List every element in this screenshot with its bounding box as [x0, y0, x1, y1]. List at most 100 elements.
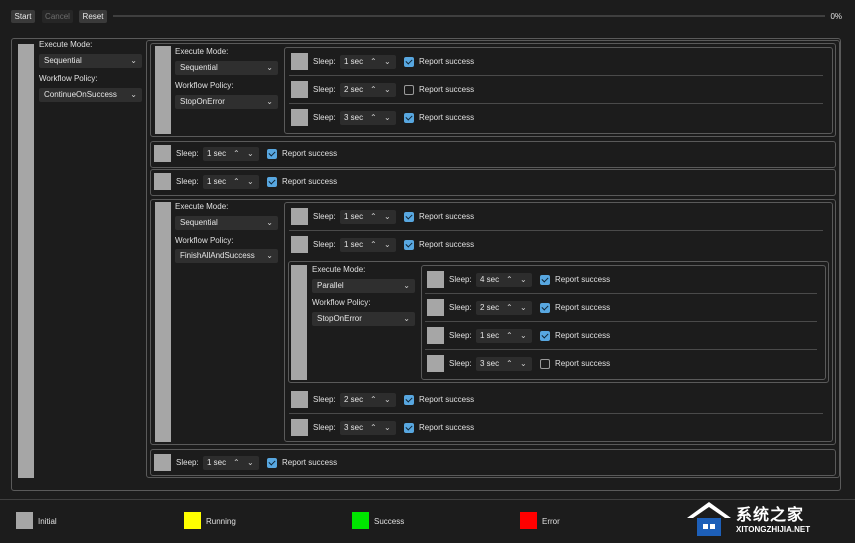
chevron-up-icon[interactable]: ⌃	[370, 111, 377, 125]
chevron-down-icon[interactable]: ⌄	[247, 456, 254, 470]
status-indicator	[291, 81, 308, 98]
row-separator	[289, 75, 823, 76]
status-indicator	[154, 145, 171, 162]
sleep-duration-stepper[interactable]: 2 sec ⌃ ⌄	[476, 301, 532, 315]
sleep-duration-value: 3 sec	[344, 423, 364, 432]
status-indicator	[291, 391, 308, 408]
group1-execute-mode-select[interactable]: Sequential ⌄	[175, 61, 278, 75]
root-workflow-policy-select[interactable]: ContinueOnSuccess ⌄	[39, 88, 142, 102]
reset-button[interactable]: Reset	[79, 10, 107, 23]
chevron-down-icon[interactable]: ⌄	[520, 273, 527, 287]
report-success-checkbox[interactable]	[540, 275, 550, 285]
inner-execute-mode-value: Parallel	[317, 281, 344, 290]
chevron-up-icon[interactable]: ⌃	[370, 393, 377, 407]
sleep-duration-stepper[interactable]: 1 sec ⌃ ⌄	[340, 238, 396, 252]
row-separator	[289, 413, 823, 414]
chevron-down-icon[interactable]: ⌄	[384, 111, 391, 125]
chevron-down-icon[interactable]: ⌄	[520, 329, 527, 343]
report-success-checkbox[interactable]	[267, 458, 277, 468]
group2-execute-mode-value: Sequential	[180, 218, 218, 227]
sleep-duration-stepper[interactable]: 1 sec ⌃ ⌄	[203, 456, 259, 470]
chevron-up-icon[interactable]: ⌃	[506, 329, 513, 343]
legend-swatch-running	[184, 512, 201, 529]
report-success-checkbox[interactable]	[404, 240, 414, 250]
report-success-checkbox[interactable]	[404, 212, 414, 222]
chevron-down-icon[interactable]: ⌄	[384, 238, 391, 252]
sleep-duration-stepper[interactable]: 4 sec ⌃ ⌄	[476, 273, 532, 287]
report-success-checkbox[interactable]	[404, 395, 414, 405]
sleep-duration-stepper[interactable]: 3 sec ⌃ ⌄	[340, 111, 396, 125]
report-success-label: Report success	[282, 458, 338, 467]
chevron-up-icon[interactable]: ⌃	[233, 147, 240, 161]
sleep-duration-stepper[interactable]: 1 sec ⌃ ⌄	[476, 329, 532, 343]
group1-workflow-policy-value: StopOnError	[180, 97, 225, 106]
inner-workflow-policy-select[interactable]: StopOnError ⌄	[312, 312, 415, 326]
chevron-down-icon: ⌄	[266, 63, 273, 72]
chevron-down-icon[interactable]: ⌄	[520, 301, 527, 315]
chevron-down-icon[interactable]: ⌄	[247, 147, 254, 161]
sleep-label: Sleep:	[449, 331, 472, 340]
cancel-button[interactable]: Cancel	[42, 10, 73, 23]
inner-execute-mode-select[interactable]: Parallel ⌄	[312, 279, 415, 293]
chevron-up-icon[interactable]: ⌃	[506, 273, 513, 287]
root-execute-mode-select[interactable]: Sequential ⌄	[39, 54, 142, 68]
sleep-label: Sleep:	[449, 303, 472, 312]
sleep-duration-stepper[interactable]: 1 sec ⌃ ⌄	[340, 210, 396, 224]
report-success-checkbox[interactable]	[267, 177, 277, 187]
chevron-up-icon[interactable]: ⌃	[370, 238, 377, 252]
chevron-down-icon[interactable]: ⌄	[384, 55, 391, 69]
report-success-checkbox[interactable]	[404, 57, 414, 67]
chevron-down-icon[interactable]: ⌄	[247, 175, 254, 189]
report-success-checkbox[interactable]	[404, 113, 414, 123]
chevron-up-icon[interactable]: ⌃	[506, 357, 513, 371]
chevron-up-icon[interactable]: ⌃	[233, 175, 240, 189]
chevron-down-icon[interactable]: ⌄	[520, 357, 527, 371]
report-success-checkbox[interactable]	[404, 85, 414, 95]
chevron-up-icon[interactable]: ⌃	[370, 55, 377, 69]
group2-execute-mode-select[interactable]: Sequential ⌄	[175, 216, 278, 230]
sleep-duration-stepper[interactable]: 1 sec ⌃ ⌄	[203, 147, 259, 161]
row-separator	[425, 349, 817, 350]
sleep-duration-stepper[interactable]: 1 sec ⌃ ⌄	[203, 175, 259, 189]
report-success-label: Report success	[419, 395, 475, 404]
chevron-up-icon[interactable]: ⌃	[370, 210, 377, 224]
report-success-label: Report success	[555, 331, 611, 340]
chevron-down-icon[interactable]: ⌄	[384, 210, 391, 224]
chevron-down-icon: ⌄	[130, 90, 137, 99]
sleep-duration-value: 1 sec	[344, 240, 364, 249]
report-success-checkbox[interactable]	[540, 303, 550, 313]
report-success-checkbox[interactable]	[267, 149, 277, 159]
legend-swatch-error	[520, 512, 537, 529]
root-workflow-policy-label: Workflow Policy:	[39, 74, 98, 83]
chevron-down-icon[interactable]: ⌄	[384, 393, 391, 407]
report-success-label: Report success	[419, 240, 475, 249]
sleep-duration-stepper[interactable]: 3 sec ⌃ ⌄	[340, 421, 396, 435]
status-indicator	[291, 236, 308, 253]
sleep-duration-stepper[interactable]: 1 sec ⌃ ⌄	[340, 55, 396, 69]
report-success-checkbox[interactable]	[404, 423, 414, 433]
group2-workflow-policy-select[interactable]: FinishAllAndSuccess ⌄	[175, 249, 278, 263]
chevron-up-icon[interactable]: ⌃	[506, 301, 513, 315]
chevron-up-icon[interactable]: ⌃	[233, 456, 240, 470]
status-indicator	[291, 419, 308, 436]
sleep-row: Sleep: 1 sec ⌃ ⌄ Report success	[291, 51, 591, 73]
sleep-duration-stepper[interactable]: 2 sec ⌃ ⌄	[340, 393, 396, 407]
sleep-row: Sleep: 2 sec ⌃ ⌄ Report success	[291, 79, 591, 101]
sleep-row: Sleep: 3 sec ⌃ ⌄ Report success	[291, 107, 591, 129]
sleep-duration-stepper[interactable]: 2 sec ⌃ ⌄	[340, 83, 396, 97]
chevron-up-icon[interactable]: ⌃	[370, 83, 377, 97]
row-separator	[425, 321, 817, 322]
report-success-checkbox[interactable]	[540, 331, 550, 341]
inner-workflow-policy-value: StopOnError	[317, 314, 362, 323]
report-success-checkbox[interactable]	[540, 359, 550, 369]
group2-status-indicator	[155, 202, 171, 442]
group2-workflow-policy-label: Workflow Policy:	[175, 236, 234, 245]
group1-workflow-policy-select[interactable]: StopOnError ⌄	[175, 95, 278, 109]
sleep-label: Sleep:	[313, 423, 336, 432]
start-button[interactable]: Start	[11, 10, 35, 23]
chevron-down-icon[interactable]: ⌄	[384, 421, 391, 435]
chevron-down-icon[interactable]: ⌄	[384, 83, 391, 97]
sleep-duration-stepper[interactable]: 3 sec ⌃ ⌄	[476, 357, 532, 371]
chevron-up-icon[interactable]: ⌃	[370, 421, 377, 435]
group1-status-indicator	[155, 46, 171, 134]
